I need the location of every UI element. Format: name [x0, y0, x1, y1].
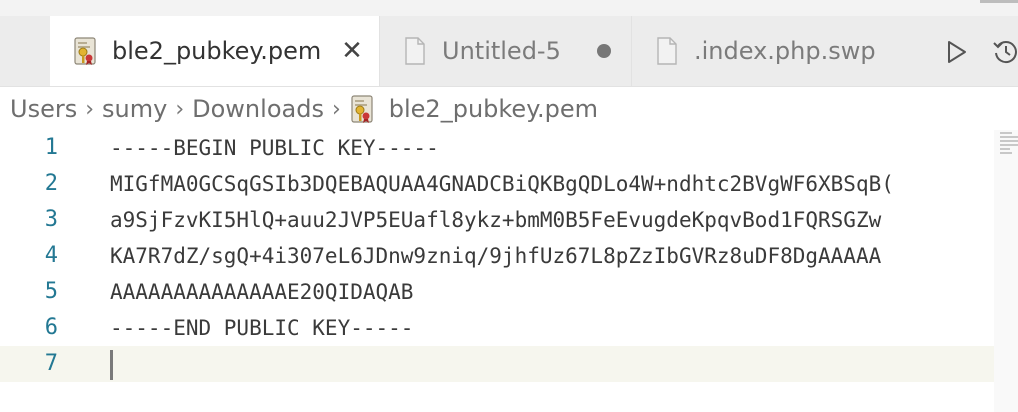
tab-label: ble2_pubkey.pem — [112, 37, 322, 65]
unsaved-dot-icon[interactable] — [597, 44, 611, 58]
window-edge — [980, 0, 1018, 3]
certificate-key-icon — [74, 37, 96, 65]
line-number: 1 — [44, 135, 58, 160]
line-number: 2 — [44, 171, 58, 196]
tab-ble2-pubkey[interactable]: ble2_pubkey.pem ✕ — [50, 16, 380, 86]
line-text[interactable]: KA7R7dZ/sgQ+4i307eL6JDnw9zniq/9jhfUz67L8… — [110, 238, 881, 274]
tab-untitled-5[interactable]: Untitled-5 — [382, 16, 632, 86]
minimap-line — [1000, 148, 1010, 150]
file-icon — [656, 37, 678, 65]
editor-line[interactable]: 2 MIGfMA0GCSqGSIb3DQEBAQUAA4GNADCBiQKBgQ… — [0, 166, 994, 202]
history-icon[interactable] — [992, 38, 1018, 66]
chevron-right-icon: › — [85, 96, 95, 122]
editor-line[interactable]: 6 -----END PUBLIC KEY----- — [0, 310, 994, 346]
text-cursor — [110, 350, 113, 380]
tab-bar: ble2_pubkey.pem ✕ Untitled-5 .index.php.… — [0, 16, 1018, 87]
chevron-right-icon: › — [175, 96, 185, 122]
line-number: 3 — [44, 207, 58, 232]
line-text[interactable]: MIGfMA0GCSqGSIb3DQEBAQUAA4GNADCBiQKBgQDL… — [110, 166, 894, 202]
tab-index-php-swp[interactable]: .index.php.swp — [634, 16, 930, 86]
tab-label: .index.php.swp — [694, 37, 876, 65]
minimap-line — [1000, 132, 1012, 134]
line-number: 4 — [44, 243, 58, 268]
tab-label: Untitled-5 — [442, 37, 561, 65]
editor-line[interactable]: 5 AAAAAAAAAAAAAAE20QIDAQAB — [0, 274, 994, 310]
line-number: 7 — [44, 351, 58, 376]
line-text[interactable]: a9SjFzvKI5HlQ+auu2JVP5EUafl8ykz+bmM0B5Fe… — [110, 202, 881, 238]
file-icon — [404, 37, 426, 65]
minimap-line — [1000, 152, 1012, 154]
breadcrumb: Users › sumy › Downloads › ble2_pubkey.p… — [10, 90, 598, 128]
line-text[interactable]: -----BEGIN PUBLIC KEY----- — [110, 130, 439, 166]
breadcrumb-sumy[interactable]: sumy — [102, 95, 167, 123]
line-number: 5 — [44, 279, 58, 304]
editor-line-current[interactable]: 7 — [0, 346, 994, 382]
minimap-line — [1000, 144, 1018, 146]
minimap-line — [1000, 136, 1018, 138]
chevron-right-icon: › — [331, 96, 341, 122]
certificate-key-icon — [351, 95, 373, 123]
line-text[interactable]: -----END PUBLIC KEY----- — [110, 310, 413, 346]
code-editor[interactable]: 1 -----BEGIN PUBLIC KEY----- 2 MIGfMA0GC… — [0, 130, 1018, 412]
play-icon[interactable] — [946, 40, 968, 64]
title-strip — [0, 0, 1018, 16]
breadcrumb-users[interactable]: Users — [10, 95, 77, 123]
line-number: 6 — [44, 315, 58, 340]
minimap-line — [1000, 140, 1018, 142]
editor-line[interactable]: 1 -----BEGIN PUBLIC KEY----- — [0, 130, 994, 166]
minimap[interactable] — [994, 130, 1018, 412]
breadcrumb-file[interactable]: ble2_pubkey.pem — [389, 95, 598, 123]
line-text[interactable]: AAAAAAAAAAAAAAE20QIDAQAB — [110, 274, 413, 310]
editor-line[interactable]: 3 a9SjFzvKI5HlQ+auu2JVP5EUafl8ykz+bmM0B5… — [0, 202, 994, 238]
breadcrumb-downloads[interactable]: Downloads — [192, 95, 324, 123]
editor-line[interactable]: 4 KA7R7dZ/sgQ+4i307eL6JDnw9zniq/9jhfUz67… — [0, 238, 994, 274]
close-tab-button[interactable]: ✕ — [339, 36, 365, 66]
